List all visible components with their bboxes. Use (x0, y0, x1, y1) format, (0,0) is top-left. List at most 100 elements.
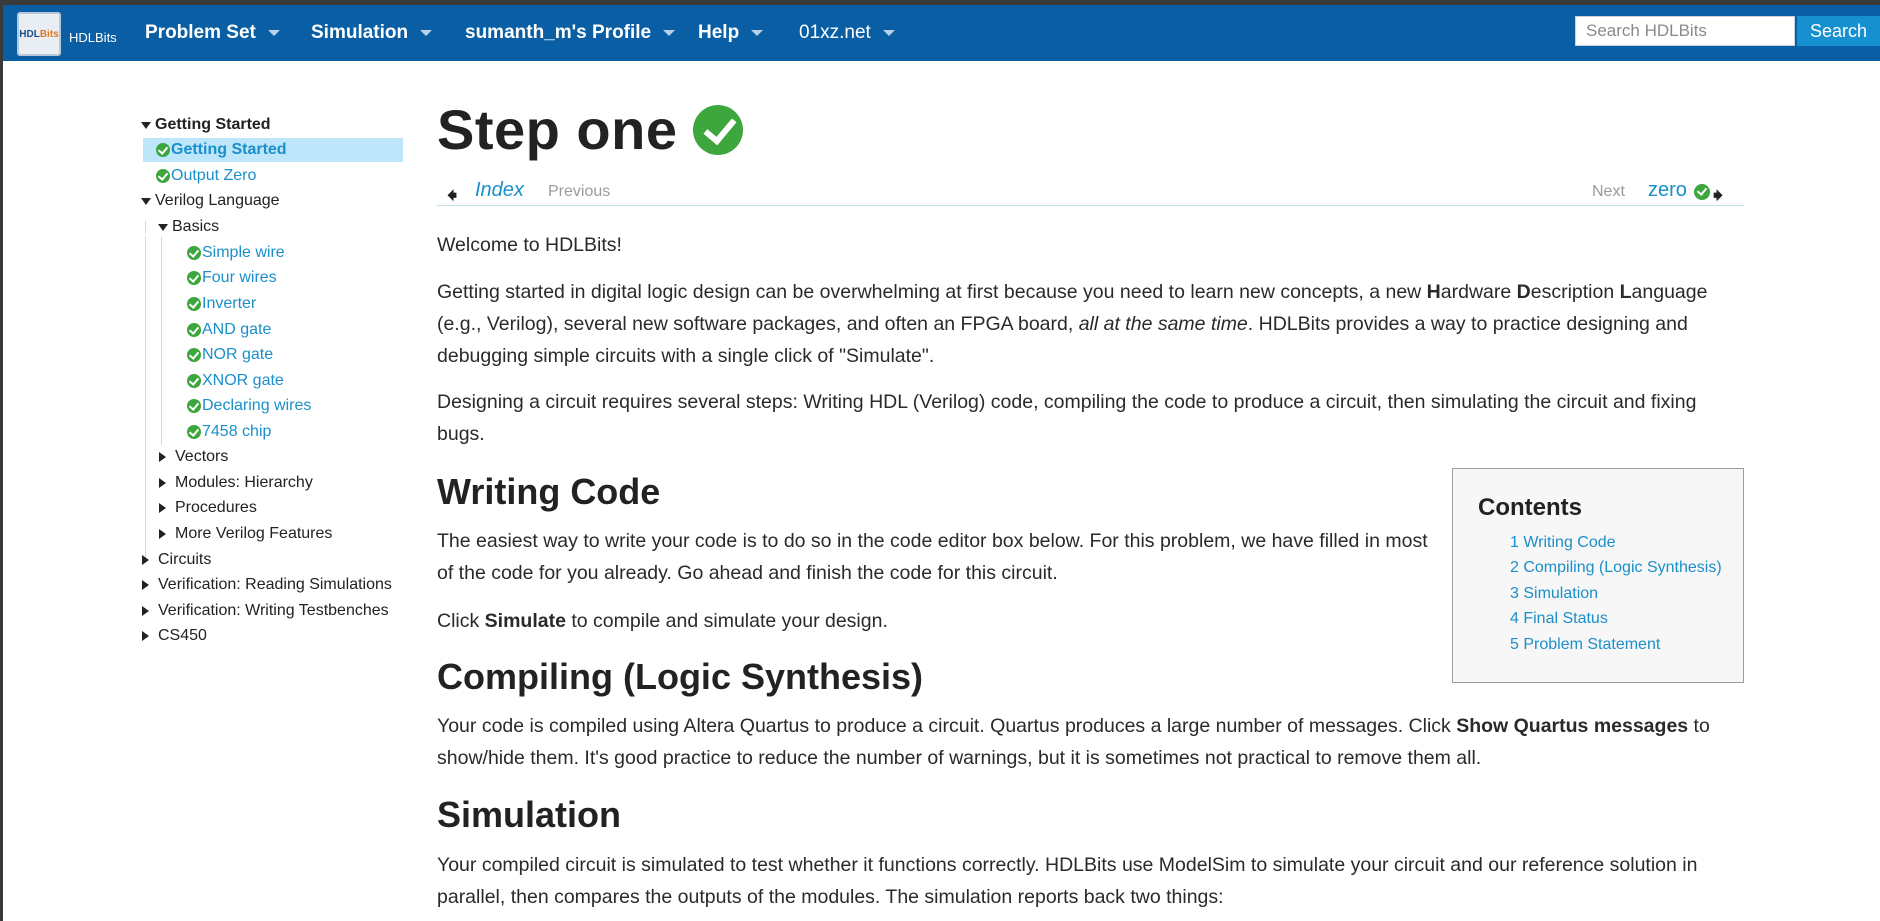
sidebar-item-and-gate[interactable]: AND gate (187, 318, 271, 342)
page-title-text: Step one (437, 98, 678, 161)
text: Your code is compiled using Altera Quart… (437, 715, 1457, 737)
page-title: Step one (437, 97, 744, 162)
toc-item-writing-code[interactable]: 1 Writing Code (1510, 534, 1616, 552)
caret-down-icon (663, 30, 676, 36)
menu-profile[interactable]: sumanth_m's Profile (465, 5, 676, 61)
toc-title: Contents (1478, 494, 1582, 521)
sidebar-item-label: Verification: Writing Testbenches (158, 602, 389, 619)
next-label: Next (1592, 183, 1625, 200)
toc-item-problem-statement[interactable]: 5 Problem Statement (1510, 636, 1660, 654)
menu-problem-set[interactable]: Problem Set (145, 5, 280, 61)
heading-simulation: Simulation (437, 794, 622, 835)
collapse-caret-icon (159, 529, 166, 539)
next-problem-label: zero (1648, 179, 1687, 201)
sidebar-section-procedures[interactable]: Procedures (159, 496, 257, 520)
caret-down-icon (267, 30, 280, 36)
sidebar-item-label: Getting Started (171, 141, 287, 158)
solved-check-icon (187, 425, 201, 439)
solved-check-icon (156, 169, 170, 183)
brand-name[interactable]: HDLBits (69, 30, 117, 45)
tree-guide (161, 237, 162, 445)
sidebar-item-label: Procedures (175, 499, 257, 516)
solved-check-icon (187, 323, 201, 337)
sidebar-section-more-verilog-features[interactable]: More Verilog Features (159, 522, 332, 546)
sidebar-item-label: Vectors (175, 448, 229, 465)
sidebar-section-modules-hierarchy[interactable]: Modules: Hierarchy (159, 471, 313, 495)
logo-text-bits: Bits (39, 28, 59, 40)
sidebar-item-four-wires[interactable]: Four wires (187, 266, 277, 290)
sidebar-section-vectors[interactable]: Vectors (159, 445, 228, 469)
sidebar-item-label: 7458 chip (202, 423, 272, 440)
menu-label: Simulation (311, 22, 409, 43)
text: all at the same time (1078, 313, 1248, 335)
sidebar-item-xnor-gate[interactable]: XNOR gate (187, 369, 284, 393)
sidebar-section-verilog-language[interactable]: Verilog Language (141, 189, 280, 213)
solved-check-icon (187, 399, 201, 413)
top-navbar: HDL Bits HDLBits Problem Set Simulation s… (3, 5, 1880, 61)
search-input[interactable] (1575, 16, 1795, 46)
expand-caret-icon (141, 121, 151, 129)
heading-writing-code: Writing Code (437, 471, 661, 512)
sidebar-item-label: Verification: Reading Simulations (158, 576, 392, 593)
sidebar-item-output-zero[interactable]: Output Zero (143, 164, 256, 188)
sidebar-section-verification-reading[interactable]: Verification: Reading Simulations (142, 573, 392, 597)
collapse-caret-icon (142, 580, 149, 590)
sidebar-item-label: Four wires (202, 269, 277, 286)
sidebar-item-label: Simple wire (202, 244, 285, 261)
sidebar-item-inverter[interactable]: Inverter (187, 292, 256, 316)
hdlbits-logo[interactable]: HDL Bits (17, 12, 61, 56)
sidebar-section-verification-writing[interactable]: Verification: Writing Testbenches (142, 599, 389, 623)
collapse-caret-icon (159, 478, 166, 488)
sidebar-item-label: Basics (172, 218, 220, 235)
heading-compiling: Compiling (Logic Synthesis) (437, 656, 924, 697)
collapse-caret-icon (142, 631, 149, 641)
collapse-caret-icon (142, 606, 149, 616)
sidebar-section-basics[interactable]: Basics (158, 215, 219, 239)
caret-down-icon (882, 30, 895, 36)
sidebar-item-label: Getting Started (155, 116, 271, 133)
sidebar-section-cs450[interactable]: CS450 (142, 624, 207, 648)
sidebar-item-nor-gate[interactable]: NOR gate (187, 343, 273, 367)
text: to compile and simulate your design. (565, 610, 888, 632)
caret-down-icon (751, 30, 764, 36)
text: Show Quartus messages (1456, 715, 1689, 737)
sidebar-item-label: NOR gate (202, 346, 274, 363)
next-problem-link[interactable]: zero (1648, 179, 1711, 202)
sidebar-item-simple-wire[interactable]: Simple wire (187, 241, 285, 265)
solved-check-icon (187, 246, 201, 260)
collapse-caret-icon (159, 503, 166, 513)
sidebar-item-getting-started[interactable]: Getting Started (143, 138, 403, 162)
writing-paragraph: The easiest way to write your code is to… (437, 530, 1428, 584)
solved-check-icon (693, 104, 744, 155)
toc-item-final-status[interactable]: 4 Final Status (1510, 610, 1608, 628)
text: ardware (1440, 281, 1517, 303)
menu-label: 01xz.net (799, 22, 871, 43)
search-button[interactable]: Search (1797, 16, 1880, 46)
text: Simulate (484, 610, 566, 632)
sidebar-item-7458-chip[interactable]: 7458 chip (187, 420, 271, 444)
arrow-left-icon[interactable]: 🠸 (447, 181, 457, 215)
sidebar-item-declaring-wires[interactable]: Declaring wires (187, 394, 311, 418)
menu-01xz[interactable]: 01xz.net (799, 5, 895, 61)
toc-item-simulation[interactable]: 3 Simulation (1510, 585, 1598, 603)
sidebar-item-label: Verilog Language (155, 192, 280, 209)
collapse-caret-icon (159, 452, 166, 462)
solved-check-icon (187, 374, 201, 388)
menu-simulation[interactable]: Simulation (311, 5, 433, 61)
page: HDL Bits HDLBits Problem Set Simulation s… (3, 5, 1880, 921)
sidebar-item-label: XNOR gate (202, 372, 284, 389)
solved-check-icon (1693, 183, 1710, 200)
sidebar-item-label: Inverter (202, 295, 257, 312)
solved-check-icon (156, 143, 170, 157)
sidebar-section-circuits[interactable]: Circuits (142, 548, 211, 572)
logo-text-hdl: HDL (19, 28, 40, 40)
toc-item-compiling[interactable]: 2 Compiling (Logic Synthesis) (1510, 559, 1722, 577)
index-link[interactable]: Index (475, 179, 524, 202)
caret-down-icon (420, 30, 433, 36)
sidebar-item-label: Output Zero (171, 167, 257, 184)
menu-help[interactable]: Help (698, 5, 764, 61)
menu-label: sumanth_m's Profile (465, 22, 652, 43)
sidebar-section-getting-started[interactable]: Getting Started (141, 113, 271, 137)
text: escription (1530, 281, 1620, 303)
arrow-right-icon[interactable]: 🠺 (1713, 181, 1723, 215)
